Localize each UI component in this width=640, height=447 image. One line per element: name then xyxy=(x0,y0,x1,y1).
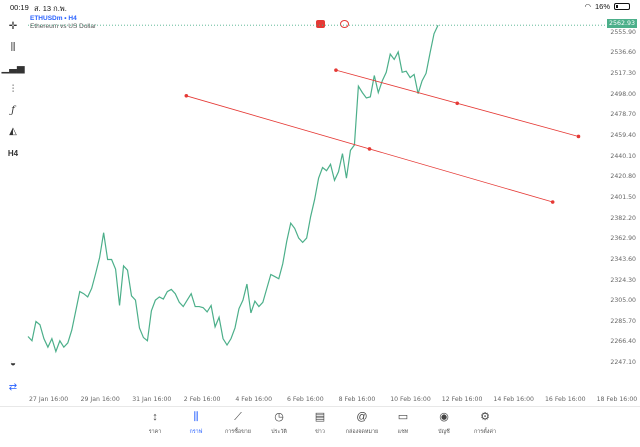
price-axis-label: 2266.40 xyxy=(610,338,636,346)
bottom-tab-bar: ↕ ราคา ⫼ กราฟ ⟋ การซื้อขาย ◷ ประวัติ ▤ ข่าว @ กล่อง… xyxy=(0,406,640,447)
time-axis-label: 18 Feb 16:00 xyxy=(596,396,638,403)
time-axis-label: 14 Feb 16:00 xyxy=(493,396,534,403)
price-chart[interactable] xyxy=(0,0,640,447)
price-axis-label: 2536.60 xyxy=(610,49,636,57)
price-axis-label: 2343.60 xyxy=(610,255,636,263)
time-axis-label: 8 Feb 16:00 xyxy=(338,396,376,403)
trendline-1-handle[interactable] xyxy=(184,94,189,98)
trendline-1-handle[interactable] xyxy=(550,200,555,204)
price-axis-label: 2247.10 xyxy=(610,359,636,367)
trendline-2-handle[interactable] xyxy=(334,68,338,72)
price-axis-label: 2382.20 xyxy=(610,214,636,222)
tab-settings[interactable]: ⚙ การตั้งค่า xyxy=(465,410,505,442)
tab-label: แชท xyxy=(397,429,409,435)
tab-quotes[interactable]: ↕ ราคา xyxy=(135,410,175,442)
current-price-badge: 2562.93 xyxy=(606,19,637,28)
price-axis-label: 2401.50 xyxy=(610,193,636,201)
trendline-1-handle[interactable] xyxy=(367,147,372,151)
tab-label: ประวัติ xyxy=(271,429,287,435)
time-axis-label: 4 Feb 16:00 xyxy=(235,396,273,403)
price-axis-label: 2324.30 xyxy=(610,276,636,284)
price-axis-label: 2362.90 xyxy=(610,235,636,243)
chart-icon: ⫼ xyxy=(193,411,199,423)
price-axis-label: 2440.10 xyxy=(610,152,636,160)
settings-icon: ⚙ xyxy=(480,411,490,423)
tab-mailbox[interactable]: @ กล่องจดหมาย xyxy=(342,410,382,442)
tab-chat[interactable]: ▭ แชท xyxy=(383,410,423,442)
price-axis-label: 2285.70 xyxy=(610,317,636,325)
price-axis-label: 2517.30 xyxy=(610,70,636,78)
chat-icon: ▭ xyxy=(397,411,409,423)
time-axis-label: 29 Jan 16:00 xyxy=(80,396,120,403)
trendline-2-handle[interactable] xyxy=(455,101,460,106)
price-axis-label: 2420.80 xyxy=(610,173,636,181)
price-axis-label: 2555.90 xyxy=(610,28,636,36)
tab-history[interactable]: ◷ ประวัติ xyxy=(259,410,299,442)
account-icon: ◉ xyxy=(439,411,449,423)
tab-chart[interactable]: ⫼ กราฟ xyxy=(176,410,216,442)
tab-label: ราคา xyxy=(148,429,162,435)
time-axis-label: 10 Feb 16:00 xyxy=(390,396,431,403)
tab-label: การซื้อขาย xyxy=(225,429,251,435)
price-series-line xyxy=(27,24,439,354)
tab-label: กราฟ xyxy=(189,429,203,435)
trade-icon: ⟋ xyxy=(234,411,242,423)
tab-label: การตั้งค่า xyxy=(474,429,496,435)
time-axis-label: 27 Jan 16:00 xyxy=(29,396,69,403)
tab-label: บัญชี xyxy=(438,429,450,435)
price-axis-label: 2478.70 xyxy=(610,111,636,119)
time-axis-label: 6 Feb 16:00 xyxy=(287,396,324,403)
trendline-2-handle[interactable] xyxy=(576,134,581,139)
tab-news[interactable]: ▤ ข่าว xyxy=(300,410,340,442)
tab-trade[interactable]: ⟋ การซื้อขาย xyxy=(218,410,258,442)
price-axis-label: 2459.40 xyxy=(610,132,636,140)
time-axis-label: 31 Jan 16:00 xyxy=(132,396,172,403)
mailbox-icon: @ xyxy=(356,411,368,423)
news-icon: ▤ xyxy=(314,411,326,423)
time-axis-label: 16 Feb 16:00 xyxy=(545,396,586,403)
quotes-icon: ↕ xyxy=(152,411,158,423)
tab-label: กล่องจดหมาย xyxy=(345,429,379,435)
price-axis-label: 2305.00 xyxy=(610,297,636,305)
time-axis-label: 2 Feb 16:00 xyxy=(183,396,221,403)
history-icon: ◷ xyxy=(274,411,284,423)
tab-account[interactable]: ◉ บัญชี xyxy=(424,410,464,442)
price-axis-label: 2498.00 xyxy=(610,90,636,98)
tab-label: ข่าว xyxy=(315,429,325,435)
time-axis-label: 12 Feb 16:00 xyxy=(441,396,483,403)
